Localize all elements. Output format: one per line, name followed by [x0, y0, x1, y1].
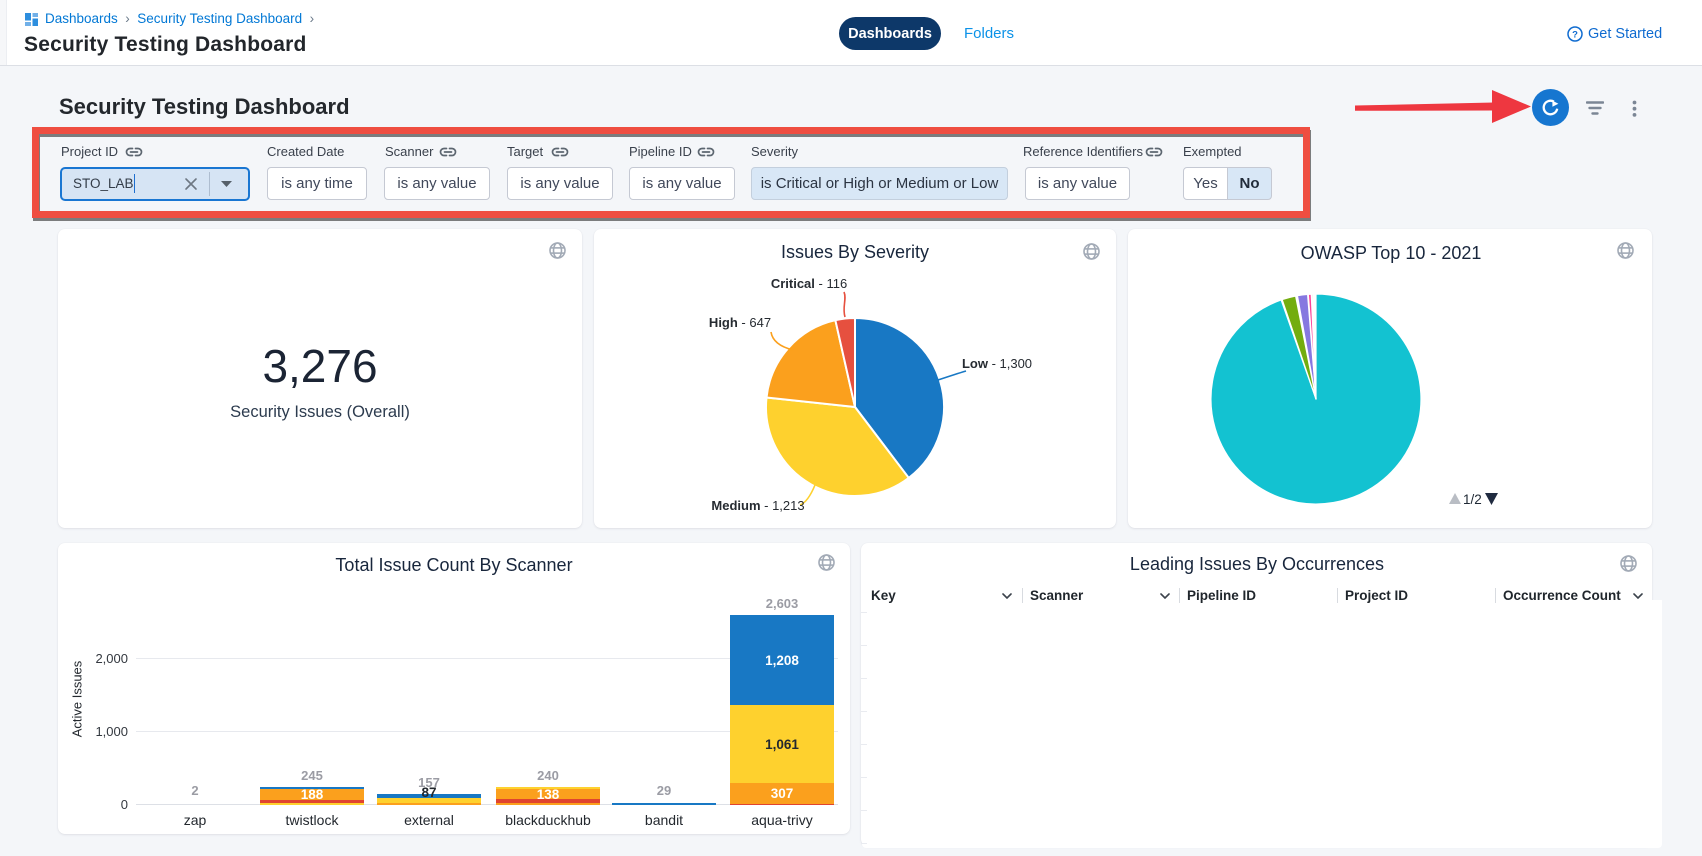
svg-text:?: ? — [1572, 29, 1578, 40]
